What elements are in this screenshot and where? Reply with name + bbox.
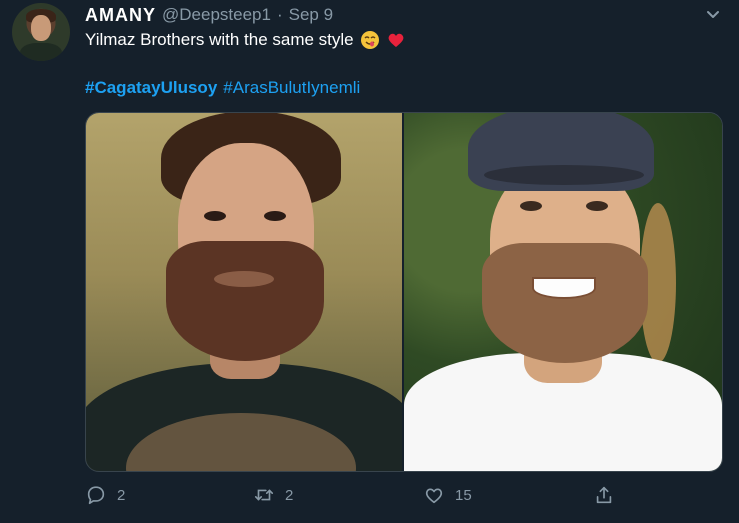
separator-dot: · (276, 5, 283, 24)
left-photo[interactable] (86, 113, 404, 471)
right-beard (482, 243, 648, 363)
tweet-body: Yilmaz Brothers with the same style (85, 30, 354, 49)
avatar-face (31, 15, 51, 41)
left-eye (264, 211, 286, 221)
avatar-shirt (20, 43, 62, 61)
like-button[interactable]: 15 (423, 484, 472, 506)
retweet-count: 2 (285, 486, 294, 504)
media-grid (85, 112, 723, 472)
reply-icon (87, 486, 105, 505)
user-handle[interactable]: @Deepsteep1 (162, 5, 271, 25)
hashtag-link[interactable]: #ArasBulutIynemli (223, 78, 360, 98)
retweet-icon (254, 489, 274, 501)
chevron-down-icon[interactable] (705, 7, 721, 23)
avatar[interactable] (12, 3, 70, 61)
right-cap-brim (484, 165, 644, 185)
reply-button[interactable]: 2 (85, 484, 125, 506)
share-icon (596, 486, 612, 504)
right-eye (586, 201, 608, 211)
like-count: 15 (455, 486, 472, 504)
tweet-date[interactable]: Sep 9 (289, 5, 333, 25)
red-heart-emoji-icon (388, 33, 404, 47)
heart-icon (425, 488, 443, 504)
left-beard (166, 241, 324, 361)
left-eye (204, 211, 226, 221)
retweet-button[interactable]: 2 (253, 484, 293, 506)
right-eye (520, 201, 542, 211)
reply-count: 2 (117, 486, 126, 504)
right-mouth (532, 277, 596, 299)
action-bar: 2 2 15 (85, 484, 725, 510)
tweet-text: Yilmaz Brothers with the same style (85, 30, 406, 50)
display-name[interactable]: AMANY (85, 5, 156, 26)
right-photo[interactable] (404, 113, 722, 471)
hashtag-list: #CagatayUlusoy #ArasBulutIynemli (85, 78, 360, 98)
yum-face-emoji-icon (360, 31, 379, 49)
left-mouth (214, 271, 274, 287)
tweet-header: AMANY @Deepsteep1 · Sep 9 (85, 4, 333, 26)
hashtag-link[interactable]: #CagatayUlusoy (85, 78, 217, 98)
share-button[interactable] (593, 484, 615, 506)
